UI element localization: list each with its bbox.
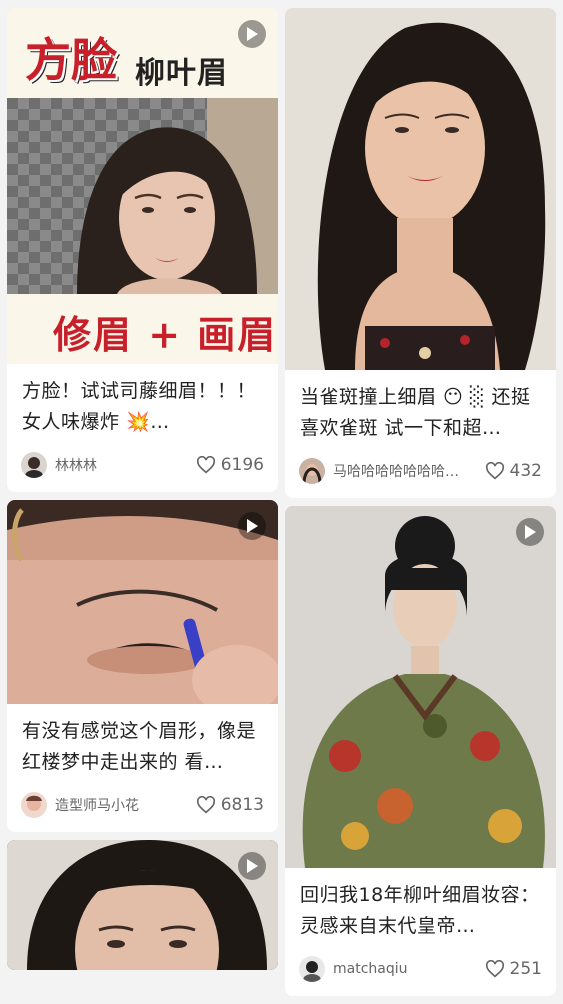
post-cover[interactable] [7,500,278,704]
video-play-icon [238,512,266,540]
feed-column-right: 当雀斑撞上细眉 😶 ░ 还挺喜欢雀斑 试一下和超… 马哈哈哈哈哈哈哈… 432 [285,8,556,1004]
heart-icon [196,456,215,474]
feed-column-left: 方脸 柳叶眉 修眉 + 画眉 方脸！试试司藤细眉！！！女人味爆炸 💥… 林林林 … [7,8,278,978]
post-meta: 造型师马小花 6813 [7,778,278,832]
like-count: 6813 [220,795,264,815]
post-card[interactable]: 有没有感觉这个眉形，像是红楼梦中走出来的 看… 造型师马小花 6813 [7,500,278,832]
like-count: 432 [509,461,542,481]
like-button[interactable]: 6813 [196,795,264,815]
cover-overlay-title: 方脸 [25,33,117,87]
heart-icon [196,796,215,814]
post-cover[interactable] [7,840,278,970]
cover-photo [7,840,278,970]
video-play-icon [238,852,266,880]
post-card[interactable]: 回归我18年柳叶细眉妆容：灵感来自末代皇帝… matchaqiu 251 [285,506,556,996]
post-cover[interactable] [285,506,556,868]
post-card[interactable] [7,840,278,970]
post-title[interactable]: 回归我18年柳叶细眉妆容：灵感来自末代皇帝… [285,868,556,942]
post-cover[interactable] [285,8,556,370]
avatar[interactable] [21,792,47,818]
post-cover[interactable]: 方脸 柳叶眉 修眉 + 画眉 [7,8,278,364]
avatar[interactable] [299,956,325,982]
post-meta: 林林林 6196 [7,438,278,492]
like-button[interactable]: 432 [485,461,542,481]
author-name[interactable]: 林林林 [55,455,188,475]
author-name[interactable]: 马哈哈哈哈哈哈哈… [333,461,477,481]
heart-icon [485,960,504,978]
cover-photo [7,98,278,294]
post-card[interactable]: 方脸 柳叶眉 修眉 + 画眉 方脸！试试司藤细眉！！！女人味爆炸 💥… 林林林 … [7,8,278,492]
like-count: 6196 [220,455,264,475]
heart-icon [485,462,504,480]
like-button[interactable]: 251 [485,959,542,979]
author-name[interactable]: matchaqiu [333,961,477,977]
avatar[interactable] [21,452,47,478]
post-meta: 马哈哈哈哈哈哈哈… 432 [285,444,556,498]
video-play-icon [516,518,544,546]
cover-photo [285,8,556,370]
cover-photo [7,500,278,704]
cover-overlay-subtitle: 柳叶眉 [135,56,228,91]
post-meta: matchaqiu 251 [285,942,556,996]
post-title[interactable]: 方脸！试试司藤细眉！！！女人味爆炸 💥… [7,364,278,438]
post-card[interactable]: 当雀斑撞上细眉 😶 ░ 还挺喜欢雀斑 试一下和超… 马哈哈哈哈哈哈哈… 432 [285,8,556,498]
like-button[interactable]: 6196 [196,455,264,475]
like-count: 251 [509,959,542,979]
cover-photo [285,506,556,868]
cover-overlay-caption: 修眉 + 画眉 [53,312,278,357]
author-name[interactable]: 造型师马小花 [55,795,188,815]
post-title[interactable]: 当雀斑撞上细眉 😶 ░ 还挺喜欢雀斑 试一下和超… [285,370,556,444]
post-title[interactable]: 有没有感觉这个眉形，像是红楼梦中走出来的 看… [7,704,278,778]
video-play-icon [238,20,266,48]
avatar[interactable] [299,458,325,484]
